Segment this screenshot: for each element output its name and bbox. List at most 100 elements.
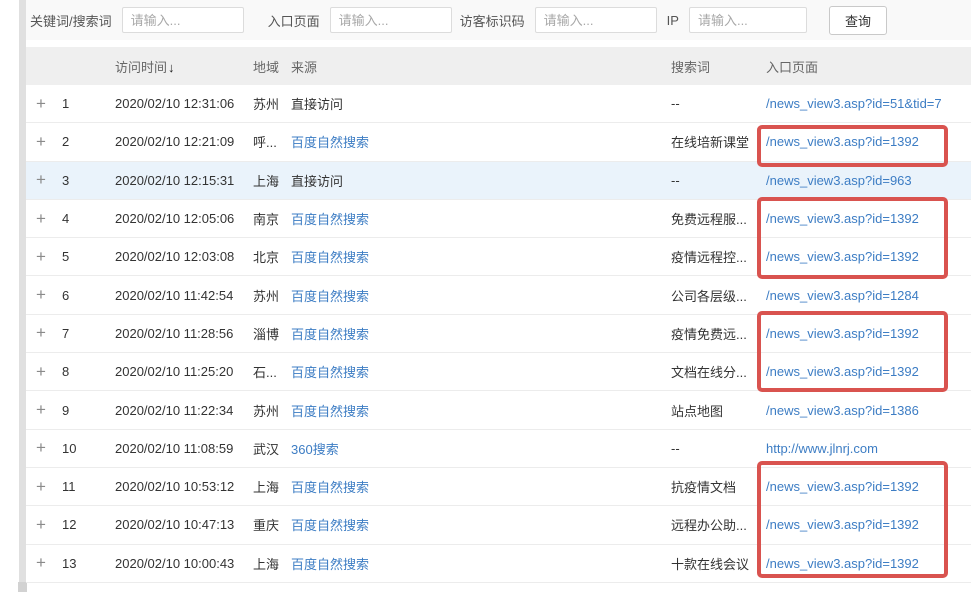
row-number: 3 (62, 173, 92, 188)
expand-row-icon[interactable]: + (36, 135, 50, 149)
visit-time: 2020/02/10 10:47:13 (115, 517, 253, 532)
row-number: 12 (62, 517, 92, 532)
sort-desc-icon[interactable]: ↓ (168, 60, 175, 75)
expand-row-icon[interactable]: + (36, 480, 50, 494)
source-link[interactable]: 百度自然搜索 (291, 554, 671, 573)
table-row: + 10 2020/02/10 11:08:59 武汉 360搜索 -- htt… (26, 430, 971, 468)
search-keyword: 远程办公助... (671, 515, 766, 534)
table-row: + 4 2020/02/10 12:05:06 南京 百度自然搜索 免费远程服.… (26, 200, 971, 238)
entry-page-link[interactable]: /news_view3.asp?id=1392 (766, 134, 971, 149)
visitor-id-filter-label: 访客标识码 (460, 11, 525, 30)
expand-row-icon[interactable]: + (36, 288, 50, 302)
visit-time: 2020/02/10 11:22:34 (115, 403, 253, 418)
expand-row-icon[interactable]: + (36, 326, 50, 340)
col-header-visit-time[interactable]: 访问时间↓ (115, 57, 253, 76)
region: 南京 (253, 209, 291, 228)
search-keyword: -- (671, 173, 766, 188)
ip-filter-label: IP (667, 13, 679, 28)
table-row: + 8 2020/02/10 11:25:20 石... 百度自然搜索 文档在线… (26, 353, 971, 391)
source-link[interactable]: 百度自然搜索 (291, 324, 671, 343)
expand-row-icon[interactable]: + (36, 97, 50, 111)
vertical-scrollbar[interactable] (19, 0, 26, 592)
entry-page-link[interactable]: /news_view3.asp?id=1392 (766, 556, 971, 571)
visitor-id-filter-input[interactable] (535, 7, 657, 33)
visit-time: 2020/02/10 12:31:06 (115, 96, 253, 111)
region: 石... (253, 362, 291, 381)
search-keyword: 文档在线分... (671, 362, 766, 381)
ip-filter-input[interactable] (689, 7, 807, 33)
source-link[interactable]: 百度自然搜索 (291, 286, 671, 305)
search-keyword: 站点地图 (671, 401, 766, 420)
table-row: + 1 2020/02/10 12:31:06 苏州 直接访问 -- /news… (26, 85, 971, 123)
row-number: 6 (62, 288, 92, 303)
source-link[interactable]: 百度自然搜索 (291, 401, 671, 420)
row-number: 7 (62, 326, 92, 341)
search-keyword: 疫情远程控... (671, 247, 766, 266)
query-button[interactable]: 查询 (829, 6, 887, 35)
source-link[interactable]: 百度自然搜索 (291, 247, 671, 266)
search-keyword: 在线培新课堂 (671, 132, 766, 151)
expand-row-icon[interactable]: + (36, 173, 50, 187)
entry-page-link[interactable]: /news_view3.asp?id=1386 (766, 403, 971, 418)
search-keyword: 疫情免费远... (671, 324, 766, 343)
visit-time: 2020/02/10 12:21:09 (115, 134, 253, 149)
expand-row-icon[interactable]: + (36, 250, 50, 264)
expand-row-icon[interactable]: + (36, 441, 50, 455)
table-row: + 5 2020/02/10 12:03:08 北京 百度自然搜索 疫情远程控.… (26, 238, 971, 276)
row-number: 5 (62, 249, 92, 264)
entry-page-link[interactable]: /news_view3.asp?id=1392 (766, 326, 971, 341)
source-link[interactable]: 百度自然搜索 (291, 362, 671, 381)
region: 苏州 (253, 401, 291, 420)
region: 上海 (253, 554, 291, 573)
row-number: 1 (62, 96, 92, 111)
region: 淄博 (253, 324, 291, 343)
scrollbar-thumb[interactable] (18, 582, 27, 592)
entry-page-link[interactable]: /news_view3.asp?id=1392 (766, 479, 971, 494)
visit-time: 2020/02/10 11:42:54 (115, 288, 253, 303)
entry-page-link[interactable]: /news_view3.asp?id=1284 (766, 288, 971, 303)
source-link[interactable]: 百度自然搜索 (291, 477, 671, 496)
col-header-region: 地域 (253, 57, 291, 76)
expand-row-icon[interactable]: + (36, 518, 50, 532)
row-number: 2 (62, 134, 92, 149)
search-keyword: 免费远程服... (671, 209, 766, 228)
keyword-filter-input[interactable] (122, 7, 244, 33)
source-link[interactable]: 百度自然搜索 (291, 209, 671, 228)
expand-row-icon[interactable]: + (36, 403, 50, 417)
table-row: + 6 2020/02/10 11:42:54 苏州 百度自然搜索 公司各层级.… (26, 276, 971, 314)
visitor-table: + 1 2020/02/10 12:31:06 苏州 直接访问 -- /news… (26, 85, 971, 583)
entry-page-link[interactable]: http://www.jlnrj.com (766, 441, 971, 456)
entry-page-link[interactable]: /news_view3.asp?id=1392 (766, 211, 971, 226)
expand-row-icon[interactable]: + (36, 212, 50, 226)
table-row: + 11 2020/02/10 10:53:12 上海 百度自然搜索 抗疫情文档… (26, 468, 971, 506)
search-keyword: -- (671, 96, 766, 111)
visit-time: 2020/02/10 12:03:08 (115, 249, 253, 264)
visit-time: 2020/02/10 10:00:43 (115, 556, 253, 571)
visit-time: 2020/02/10 12:15:31 (115, 173, 253, 188)
search-keyword: -- (671, 441, 766, 456)
entry-page-link[interactable]: /news_view3.asp?id=963 (766, 173, 971, 188)
expand-row-icon[interactable]: + (36, 556, 50, 570)
visit-time: 2020/02/10 11:25:20 (115, 364, 253, 379)
entry-page-link[interactable]: /news_view3.asp?id=51&tid=7 (766, 96, 971, 111)
entry-page-filter-label: 入口页面 (268, 11, 320, 30)
source-link[interactable]: 百度自然搜索 (291, 132, 671, 151)
entry-page-link[interactable]: /news_view3.asp?id=1392 (766, 517, 971, 532)
region: 呼... (253, 132, 291, 151)
entry-page-filter-input[interactable] (330, 7, 452, 33)
entry-page-link[interactable]: /news_view3.asp?id=1392 (766, 249, 971, 264)
col-header-entry-page: 入口页面 (766, 57, 971, 76)
visit-time: 2020/02/10 12:05:06 (115, 211, 253, 226)
table-row: + 7 2020/02/10 11:28:56 淄博 百度自然搜索 疫情免费远.… (26, 315, 971, 353)
row-number: 9 (62, 403, 92, 418)
row-number: 11 (62, 479, 92, 494)
search-keyword: 抗疫情文档 (671, 477, 766, 496)
source-link[interactable]: 百度自然搜索 (291, 515, 671, 534)
expand-row-icon[interactable]: + (36, 365, 50, 379)
visit-time: 2020/02/10 10:53:12 (115, 479, 253, 494)
source-link[interactable]: 360搜索 (291, 439, 671, 458)
entry-page-link[interactable]: /news_view3.asp?id=1392 (766, 364, 971, 379)
row-number: 4 (62, 211, 92, 226)
table-row: + 3 2020/02/10 12:15:31 上海 直接访问 -- /news… (26, 162, 971, 200)
row-number: 8 (62, 364, 92, 379)
